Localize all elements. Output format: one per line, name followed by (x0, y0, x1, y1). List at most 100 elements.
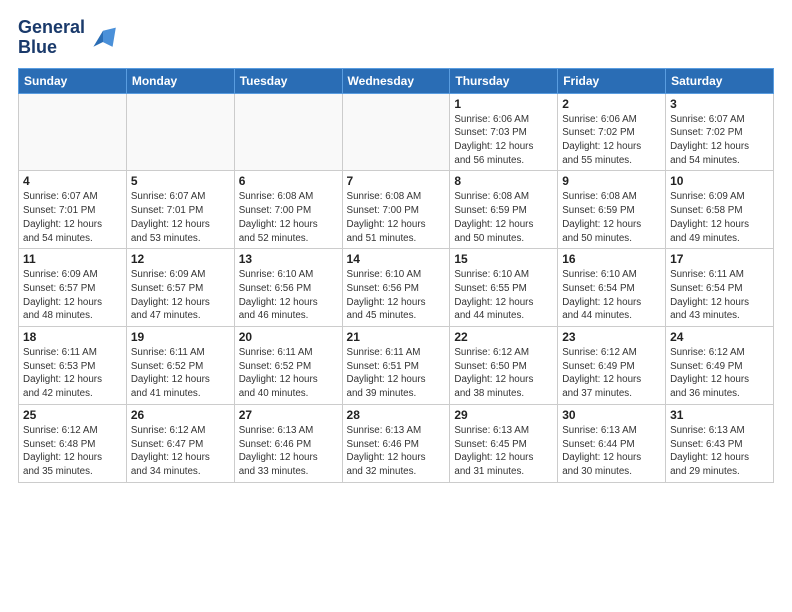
page: General Blue SundayMondayTuesdayWednesda… (0, 0, 792, 495)
week-row-1: 1 Sunrise: 6:06 AMSunset: 7:03 PMDaylight… (19, 93, 774, 171)
day-info: Sunrise: 6:08 AMSunset: 6:59 PMDaylight:… (562, 190, 661, 245)
day-number: 3 (670, 97, 769, 111)
day-number: 25 (23, 408, 122, 422)
day-number: 26 (131, 408, 230, 422)
calendar: SundayMondayTuesdayWednesdayThursdayFrid… (18, 68, 774, 483)
calendar-cell: 13Sunrise: 6:10 AMSunset: 6:56 PMDayligh… (234, 249, 342, 327)
day-info: Sunrise: 6:09 AMSunset: 6:57 PMDaylight:… (23, 268, 122, 323)
day-info: Sunrise: 6:11 AMSunset: 6:52 PMDaylight:… (131, 346, 230, 401)
header: General Blue (18, 18, 774, 58)
weekday-header-tuesday: Tuesday (234, 68, 342, 93)
day-number: 23 (562, 330, 661, 344)
calendar-cell: 27 Sunrise: 6:13 AMSunset: 6:46 PMDayligh… (234, 404, 342, 482)
day-number: 12 (131, 252, 230, 266)
day-info: Sunrise: 6:08 AMSunset: 7:00 PMDaylight:… (239, 190, 338, 245)
day-number: 4 (23, 174, 122, 188)
calendar-cell: 7 Sunrise: 6:08 AMSunset: 7:00 PMDaylight… (342, 171, 450, 249)
day-number: 18 (23, 330, 122, 344)
day-number: 19 (131, 330, 230, 344)
day-info: Sunrise: 6:11 AMSunset: 6:51 PMDaylight:… (347, 346, 446, 401)
calendar-cell: 20 Sunrise: 6:11 AMSunset: 6:52 PMDayligh… (234, 327, 342, 405)
week-row-4: 18 Sunrise: 6:11 AMSunset: 6:53 PMDayligh… (19, 327, 774, 405)
day-number: 7 (347, 174, 446, 188)
day-number: 22 (454, 330, 553, 344)
calendar-cell (342, 93, 450, 171)
day-info: Sunrise: 6:13 AMSunset: 6:45 PMDaylight:… (454, 424, 553, 479)
week-row-2: 4 Sunrise: 6:07 AMSunset: 7:01 PMDaylight… (19, 171, 774, 249)
day-number: 29 (454, 408, 553, 422)
day-number: 9 (562, 174, 661, 188)
day-number: 28 (347, 408, 446, 422)
calendar-cell: 28 Sunrise: 6:13 AMSunset: 6:46 PMDayligh… (342, 404, 450, 482)
day-number: 5 (131, 174, 230, 188)
calendar-cell: 12 Sunrise: 6:09 AMSunset: 6:57 PMDayligh… (126, 249, 234, 327)
day-number: 14 (347, 252, 446, 266)
day-info: Sunrise: 6:06 AMSunset: 7:03 PMDaylight:… (454, 113, 553, 168)
day-info: Sunrise: 6:07 AMSunset: 7:01 PMDaylight:… (131, 190, 230, 245)
calendar-cell: 3 Sunrise: 6:07 AMSunset: 7:02 PMDaylight… (666, 93, 774, 171)
day-info: Sunrise: 6:12 AMSunset: 6:50 PMDaylight:… (454, 346, 553, 401)
calendar-cell: 14 Sunrise: 6:10 AMSunset: 6:56 PMDayligh… (342, 249, 450, 327)
day-number: 13 (239, 252, 338, 266)
day-number: 10 (670, 174, 769, 188)
logo-icon (87, 24, 119, 52)
day-number: 30 (562, 408, 661, 422)
day-info: Sunrise: 6:10 AMSunset: 6:54 PMDaylight:… (562, 268, 661, 323)
day-number: 15 (454, 252, 553, 266)
day-info: Sunrise: 6:09 AMSunset: 6:58 PMDaylight:… (670, 190, 769, 245)
day-info: Sunrise: 6:07 AMSunset: 7:02 PMDaylight:… (670, 113, 769, 168)
weekday-header-friday: Friday (558, 68, 666, 93)
calendar-cell: 23 Sunrise: 6:12 AMSunset: 6:49 PMDayligh… (558, 327, 666, 405)
day-info: Sunrise: 6:07 AMSunset: 7:01 PMDaylight:… (23, 190, 122, 245)
calendar-cell (19, 93, 127, 171)
day-number: 2 (562, 97, 661, 111)
calendar-cell: 24Sunrise: 6:12 AMSunset: 6:49 PMDayligh… (666, 327, 774, 405)
calendar-cell: 18 Sunrise: 6:11 AMSunset: 6:53 PMDayligh… (19, 327, 127, 405)
calendar-cell: 10 Sunrise: 6:09 AMSunset: 6:58 PMDayligh… (666, 171, 774, 249)
calendar-cell: 5 Sunrise: 6:07 AMSunset: 7:01 PMDaylight… (126, 171, 234, 249)
calendar-cell: 4 Sunrise: 6:07 AMSunset: 7:01 PMDaylight… (19, 171, 127, 249)
weekday-header-row: SundayMondayTuesdayWednesdayThursdayFrid… (19, 68, 774, 93)
week-row-3: 11Sunrise: 6:09 AMSunset: 6:57 PMDayligh… (19, 249, 774, 327)
calendar-cell: 11Sunrise: 6:09 AMSunset: 6:57 PMDayligh… (19, 249, 127, 327)
day-info: Sunrise: 6:13 AMSunset: 6:43 PMDaylight:… (670, 424, 769, 479)
day-number: 8 (454, 174, 553, 188)
day-info: Sunrise: 6:13 AMSunset: 6:46 PMDaylight:… (347, 424, 446, 479)
day-info: Sunrise: 6:11 AMSunset: 6:52 PMDaylight:… (239, 346, 338, 401)
calendar-cell: 16 Sunrise: 6:10 AMSunset: 6:54 PMDayligh… (558, 249, 666, 327)
logo: General Blue (18, 18, 119, 58)
weekday-header-sunday: Sunday (19, 68, 127, 93)
calendar-cell: 2Sunrise: 6:06 AMSunset: 7:02 PMDaylight… (558, 93, 666, 171)
calendar-cell (234, 93, 342, 171)
calendar-cell: 22 Sunrise: 6:12 AMSunset: 6:50 PMDayligh… (450, 327, 558, 405)
calendar-cell: 25 Sunrise: 6:12 AMSunset: 6:48 PMDayligh… (19, 404, 127, 482)
day-info: Sunrise: 6:12 AMSunset: 6:49 PMDaylight:… (562, 346, 661, 401)
day-number: 6 (239, 174, 338, 188)
day-number: 24 (670, 330, 769, 344)
weekday-header-monday: Monday (126, 68, 234, 93)
day-info: Sunrise: 6:11 AMSunset: 6:53 PMDaylight:… (23, 346, 122, 401)
day-info: Sunrise: 6:13 AMSunset: 6:44 PMDaylight:… (562, 424, 661, 479)
calendar-cell: 9 Sunrise: 6:08 AMSunset: 6:59 PMDaylight… (558, 171, 666, 249)
day-number: 20 (239, 330, 338, 344)
day-number: 27 (239, 408, 338, 422)
day-number: 1 (454, 97, 553, 111)
calendar-cell: 21Sunrise: 6:11 AMSunset: 6:51 PMDayligh… (342, 327, 450, 405)
day-number: 17 (670, 252, 769, 266)
calendar-cell: 6 Sunrise: 6:08 AMSunset: 7:00 PMDaylight… (234, 171, 342, 249)
day-info: Sunrise: 6:10 AMSunset: 6:56 PMDaylight:… (347, 268, 446, 323)
calendar-cell: 30 Sunrise: 6:13 AMSunset: 6:44 PMDayligh… (558, 404, 666, 482)
weekday-header-thursday: Thursday (450, 68, 558, 93)
calendar-cell: 29 Sunrise: 6:13 AMSunset: 6:45 PMDayligh… (450, 404, 558, 482)
day-info: Sunrise: 6:11 AMSunset: 6:54 PMDaylight:… (670, 268, 769, 323)
day-info: Sunrise: 6:09 AMSunset: 6:57 PMDaylight:… (131, 268, 230, 323)
day-info: Sunrise: 6:13 AMSunset: 6:46 PMDaylight:… (239, 424, 338, 479)
day-number: 16 (562, 252, 661, 266)
calendar-cell: 19 Sunrise: 6:11 AMSunset: 6:52 PMDayligh… (126, 327, 234, 405)
weekday-header-wednesday: Wednesday (342, 68, 450, 93)
day-info: Sunrise: 6:08 AMSunset: 7:00 PMDaylight:… (347, 190, 446, 245)
day-info: Sunrise: 6:12 AMSunset: 6:48 PMDaylight:… (23, 424, 122, 479)
calendar-cell: 26Sunrise: 6:12 AMSunset: 6:47 PMDayligh… (126, 404, 234, 482)
calendar-cell: 17 Sunrise: 6:11 AMSunset: 6:54 PMDayligh… (666, 249, 774, 327)
calendar-cell: 15Sunrise: 6:10 AMSunset: 6:55 PMDayligh… (450, 249, 558, 327)
